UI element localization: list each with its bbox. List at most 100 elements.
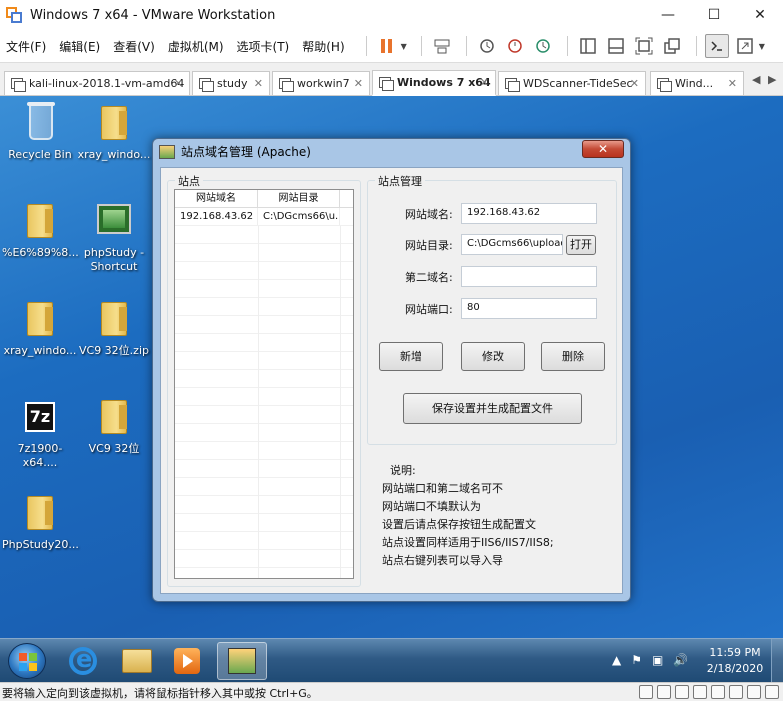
menu-vm[interactable]: 虚拟机(M) — [168, 38, 224, 55]
clock-time: 11:59 PM — [709, 646, 761, 659]
desktop-icon-recycle-bin[interactable]: Recycle Bin — [2, 102, 78, 162]
menu-view[interactable]: 查看(V) — [113, 38, 155, 55]
stretch-guest-icon[interactable] — [733, 34, 757, 58]
tray-expand-icon[interactable]: ▲ — [612, 653, 621, 667]
tab-wdscanner[interactable]: WDScanner-TideSec ✕ — [498, 71, 646, 95]
hard-disk-icon[interactable] — [639, 685, 653, 699]
cd-drive-icon[interactable] — [657, 685, 671, 699]
desktop-icon-vc9-zip[interactable]: VC9 32位.zip — [76, 298, 152, 358]
snapshot-icon[interactable] — [475, 34, 499, 58]
desktop-icon-phpstudy-folder[interactable]: PhpStudy20... — [2, 492, 79, 552]
close-button[interactable]: ✕ — [737, 0, 783, 30]
display-icon[interactable] — [747, 685, 761, 699]
site-list[interactable]: 网站域名 网站目录 192.168.43.62 C:\DGcms66\u... — [174, 189, 354, 579]
stretch-dropdown-icon[interactable]: ▼ — [759, 42, 765, 51]
table-row[interactable]: 192.168.43.62 C:\DGcms66\u... — [175, 208, 353, 226]
show-desktop-button[interactable] — [771, 639, 783, 683]
vm-icon — [505, 78, 520, 92]
tab-close-icon[interactable]: ✕ — [254, 77, 263, 90]
tab-windows7-x64[interactable]: Windows 7 x64 ✕ — [372, 70, 496, 96]
thumbnail-view-icon[interactable] — [604, 34, 628, 58]
send-ctrl-alt-del-icon[interactable] — [430, 34, 454, 58]
printer-icon[interactable] — [711, 685, 725, 699]
toolbar-separator — [566, 36, 568, 56]
tab-close-icon[interactable]: ✕ — [728, 77, 737, 90]
toolbar-separator — [695, 36, 697, 56]
revert-snapshot-icon[interactable] — [503, 34, 527, 58]
dialog-body: 站点 网站域名 网站目录 192.168.43.62 C:\DGcms66\u.… — [160, 167, 623, 594]
sound-icon[interactable] — [729, 685, 743, 699]
desktop-icon-label: PhpStudy20... — [2, 538, 79, 551]
menu-tabs[interactable]: 选项卡(T) — [237, 38, 290, 55]
desktop-icon-label: %E6%89%8... — [2, 246, 79, 259]
menu-file[interactable]: 文件(F) — [6, 38, 46, 55]
desktop-icon-label: phpStudy - Shortcut — [83, 246, 145, 273]
add-button[interactable]: 新增 — [379, 342, 443, 371]
tab-close-icon[interactable]: ✕ — [630, 77, 639, 90]
desktop-icon-encoded-folder[interactable]: %E6%89%8... — [2, 200, 79, 260]
file-explorer-icon — [122, 649, 152, 673]
tab-scroll-right-icon[interactable]: ▶ — [768, 73, 776, 86]
menu-edit[interactable]: 编辑(E) — [59, 38, 100, 55]
start-button[interactable] — [8, 643, 46, 679]
note-line: 站点右键列表可以导入导 — [382, 554, 503, 567]
snapshot-manager-icon[interactable] — [531, 34, 555, 58]
dialog-close-button[interactable]: ✕ — [582, 140, 624, 158]
minimize-button[interactable]: — — [645, 0, 691, 30]
sidebar-view-icon[interactable] — [576, 34, 600, 58]
status-hint: 要将输入定向到该虚拟机，请将鼠标指针移入其中或按 Ctrl+G。 — [2, 687, 318, 700]
folder-icon — [101, 106, 127, 140]
toolbar-separator — [365, 36, 367, 56]
dialog-titlebar[interactable]: 站点域名管理 (Apache) ✕ — [153, 139, 630, 164]
edit-button[interactable]: 修改 — [461, 342, 525, 371]
taskbar-ie[interactable] — [58, 642, 108, 680]
console-view-icon[interactable] — [704, 34, 729, 58]
directory-input[interactable]: C:\DGcms66\upload — [461, 234, 563, 255]
note-line: 设置后请点保存按钮生成配置文 — [382, 518, 536, 531]
pause-icon[interactable] — [375, 34, 399, 58]
tab-scroll-left-icon[interactable]: ◀ — [752, 73, 760, 86]
desktop-icon-vc9[interactable]: VC9 32位 — [76, 396, 152, 456]
action-center-icon[interactable]: ⚑ — [631, 653, 642, 667]
vm-icon — [11, 78, 26, 92]
clock[interactable]: 11:59 PM 2/18/2020 — [700, 645, 770, 677]
desktop-icon-phpstudy-shortcut[interactable]: phpStudy - Shortcut — [76, 200, 152, 274]
menu-help[interactable]: 帮助(H) — [302, 38, 344, 55]
tab-workwin7[interactable]: workwin7 ✕ — [272, 71, 370, 95]
folder-icon — [27, 496, 53, 530]
desktop-icon-label: VC9 32位 — [88, 442, 140, 455]
tab-kali-linux[interactable]: kali-linux-2018.1-vm-amd64 ✕ — [4, 71, 190, 95]
notes-heading: 说明: — [390, 464, 416, 477]
tab-close-icon[interactable]: ✕ — [480, 76, 489, 89]
maximize-button[interactable]: ☐ — [691, 0, 737, 30]
domain-input[interactable]: 192.168.43.62 — [461, 203, 597, 224]
tab-close-icon[interactable]: ✕ — [354, 77, 363, 90]
network-icon[interactable]: ▣ — [652, 653, 663, 667]
unity-icon[interactable] — [660, 34, 684, 58]
pause-dropdown-icon[interactable]: ▼ — [401, 42, 407, 51]
column-header-directory[interactable]: 网站目录 — [258, 190, 340, 207]
message-icon[interactable] — [765, 685, 779, 699]
taskbar-media-player[interactable] — [162, 642, 212, 680]
network-adapter-icon[interactable] — [675, 685, 689, 699]
volume-icon[interactable]: 🔊 — [673, 653, 688, 667]
tab-label: Wind... — [675, 77, 714, 90]
port-label: 网站端口: — [405, 303, 453, 316]
taskbar-explorer[interactable] — [112, 642, 162, 680]
tab-close-icon[interactable]: ✕ — [174, 77, 183, 90]
tab-windows-more[interactable]: Wind... ✕ — [650, 71, 744, 95]
save-config-button[interactable]: 保存设置并生成配置文件 — [403, 393, 582, 424]
second-domain-input[interactable] — [461, 266, 597, 287]
fullscreen-icon[interactable] — [632, 34, 656, 58]
desktop-icon-label: xray_windo... — [3, 344, 77, 357]
desktop-icon-xray-1[interactable]: xray_windo... — [76, 102, 152, 162]
column-header-domain[interactable]: 网站域名 — [175, 190, 258, 207]
port-input[interactable]: 80 — [461, 298, 597, 319]
delete-button[interactable]: 删除 — [541, 342, 605, 371]
taskbar-site-dialog[interactable] — [217, 642, 267, 680]
desktop-icon-7zip[interactable]: 7z 7z1900-x64.... — [2, 396, 78, 470]
desktop-icon-xray-2[interactable]: xray_windo... — [2, 298, 78, 358]
usb-icon[interactable] — [693, 685, 707, 699]
tab-study[interactable]: study ✕ — [192, 71, 270, 95]
open-directory-button[interactable]: 打开 — [566, 235, 596, 255]
